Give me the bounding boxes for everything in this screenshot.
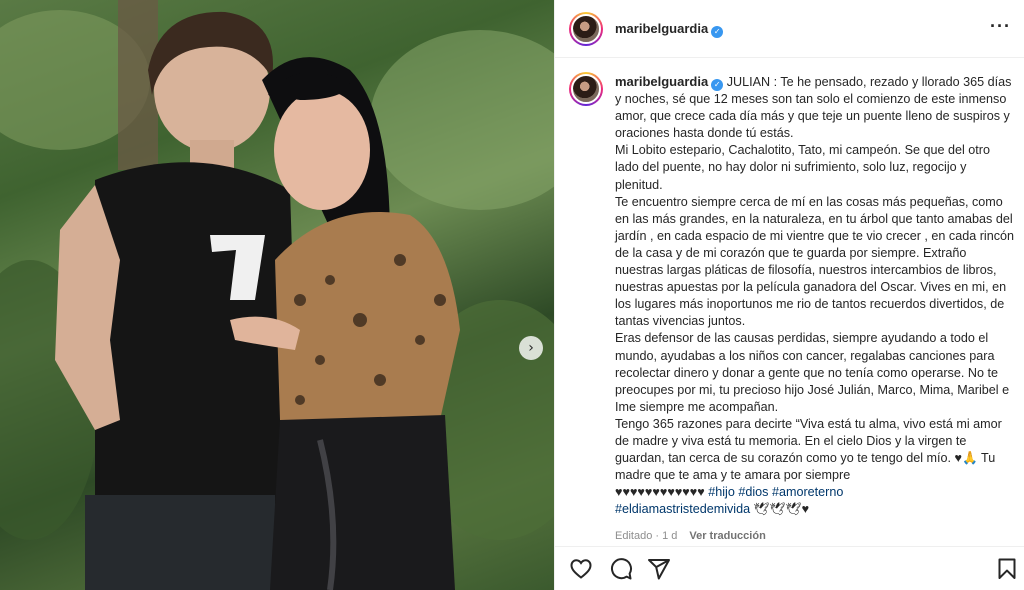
bookmark-icon[interactable] bbox=[995, 557, 1019, 581]
action-bar bbox=[555, 546, 1024, 590]
hearts-emoji: ♥♥♥♥♥♥♥♥♥♥♥♥ bbox=[615, 485, 705, 500]
see-translation-link[interactable]: Ver traducción bbox=[689, 530, 765, 542]
edited-timestamp: Editado · 1 d bbox=[615, 530, 678, 542]
post-photo-illustration bbox=[0, 0, 554, 590]
caption-paragraph-3: Te encuentro siempre cerca de mí en las … bbox=[615, 194, 1015, 329]
carousel-next-button[interactable]: › bbox=[519, 336, 543, 360]
caption-text: maribelguardia ✓ JULIAN : Te he pensado, … bbox=[615, 73, 1017, 518]
chevron-right-icon: › bbox=[528, 340, 534, 356]
hashtag-link[interactable]: #amoreterno bbox=[772, 485, 843, 499]
post-header: maribelguardia ✓ ··· bbox=[555, 0, 1024, 58]
more-options-icon[interactable]: ··· bbox=[990, 16, 1011, 37]
caption-avatar[interactable] bbox=[569, 72, 603, 106]
post-meta: Editado · 1 d Ver traducción bbox=[615, 530, 766, 542]
caption-hashtag-line: ♥♥♥♥♥♥♥♥♥♥♥♥ #hijo #dios #amoreterno bbox=[615, 484, 1017, 501]
caption-area: maribelguardia ✓ JULIAN : Te he pensado, … bbox=[555, 58, 1024, 546]
post-photo[interactable]: › bbox=[0, 0, 554, 590]
caption-username[interactable]: maribelguardia bbox=[615, 74, 708, 89]
comment-icon[interactable] bbox=[609, 557, 633, 581]
verified-badge-icon: ✓ bbox=[711, 79, 724, 91]
post-detail-panel: maribelguardia ✓ ··· maribelguardia ✓ JULI… bbox=[554, 0, 1024, 590]
caption-paragraph-4: Eras defensor de las causas perdidas, si… bbox=[615, 331, 1010, 414]
share-icon[interactable] bbox=[647, 557, 671, 581]
author-username-text[interactable]: maribelguardia bbox=[615, 21, 708, 36]
trailing-emoji: 🕊🕊🕊♥ bbox=[753, 502, 810, 517]
caption-paragraph-1: maribelguardia ✓ JULIAN : Te he pensado, … bbox=[615, 73, 1017, 142]
heart-icon[interactable] bbox=[569, 557, 593, 581]
hashtag-link[interactable]: #hijo bbox=[708, 485, 735, 499]
caption-paragraph-2: Mi Lobito estepario, Cachalotito, Tato, … bbox=[615, 143, 990, 192]
caption-paragraph-5: Tengo 365 razones para decirte “Viva est… bbox=[615, 416, 1002, 483]
hashtag-link[interactable]: #dios bbox=[738, 485, 768, 499]
hashtag-link[interactable]: #eldiamastristedemivida bbox=[615, 502, 750, 516]
caption-hashtag-line-2: #eldiamastristedemivida 🕊🕊🕊♥ bbox=[615, 501, 1017, 518]
author-username[interactable]: maribelguardia ✓ bbox=[615, 21, 724, 38]
verified-badge-icon: ✓ bbox=[711, 26, 724, 38]
author-avatar[interactable] bbox=[569, 12, 603, 46]
